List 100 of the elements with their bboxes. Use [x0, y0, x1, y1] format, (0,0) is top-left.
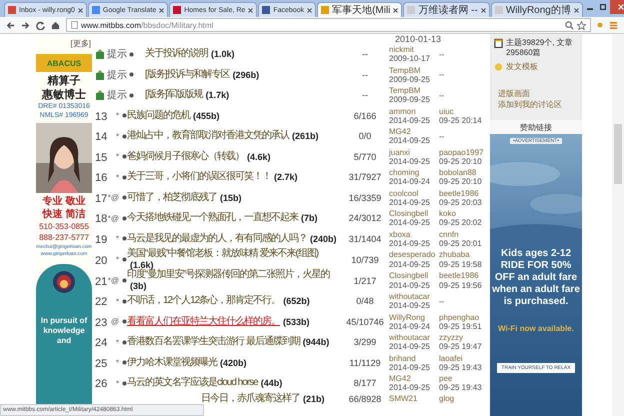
last-reply-user[interactable]: glog: [439, 394, 454, 404]
last-reply-user[interactable]: beetle1986: [439, 188, 479, 198]
author-name[interactable]: juanxi: [389, 148, 410, 157]
more-link[interactable]: [更多]: [68, 34, 93, 49]
board-link[interactable]: 进版画面: [490, 88, 582, 99]
post-date: 2009-09-25: [389, 74, 430, 84]
reply-count: 10/739: [350, 254, 380, 264]
phone-number: 888-237-5777: [39, 233, 89, 243]
author-name[interactable]: WillyRong: [389, 312, 426, 322]
last-reply-user[interactable]: beetle1986: [439, 271, 479, 280]
post-marker: *: [116, 358, 120, 368]
author-name[interactable]: xboxa: [389, 230, 410, 239]
author-name[interactable]: choming: [389, 168, 420, 178]
post-title[interactable]: 看看富人们在亚特兰大住什么样的房。: [127, 316, 280, 327]
author-name[interactable]: ammon: [389, 106, 416, 116]
post-date: 2014-09-25: [389, 136, 430, 146]
close-icon[interactable]: [248, 8, 254, 12]
last-reply-user[interactable]: pee: [439, 374, 452, 384]
phone-number: 510-353-0855: [39, 222, 89, 232]
post-marker: @: [110, 317, 120, 326]
last-reply-time: 09-25 19:47: [439, 342, 482, 352]
close-icon[interactable]: [78, 8, 83, 12]
last-reply-time: --: [439, 50, 444, 59]
author-name[interactable]: MG42: [389, 127, 411, 136]
author-name[interactable]: coolcool: [389, 188, 418, 198]
bullet-icon: [122, 340, 127, 345]
browser-tab[interactable]: WillyRong的博: [490, 2, 583, 17]
post-date: 2014-09-25: [389, 342, 430, 352]
notice-label: 提示: [107, 68, 127, 82]
post-title[interactable]: 马云是我见的最虚为的人，有有同感的人吗？: [127, 234, 307, 244]
post-title[interactable]: 民族问题的危机: [127, 110, 190, 121]
post-date: 2014-09-25: [389, 116, 430, 125]
url-host: www.mitbbs.com: [81, 20, 142, 30]
reload-icon[interactable]: [36, 20, 45, 30]
slogan: 快速 简洁: [42, 209, 86, 221]
author-name[interactable]: nickmit: [389, 45, 414, 54]
reply-count: 3/299: [352, 337, 378, 348]
post-size: (455b): [193, 110, 220, 121]
scrollbar[interactable]: [612, 34, 624, 416]
browser-tab[interactable]: 万维读者网 --: [403, 2, 490, 17]
author-name[interactable]: SMW21: [389, 394, 418, 404]
last-reply-user[interactable]: paopao1997: [439, 148, 484, 157]
home-icon[interactable]: [51, 20, 60, 30]
bullet-icon: [122, 380, 127, 386]
close-icon[interactable]: [159, 8, 164, 12]
close-icon[interactable]: [480, 8, 486, 12]
close-icon[interactable]: [574, 8, 579, 12]
close-icon[interactable]: [393, 8, 398, 12]
author-name[interactable]: MG42: [389, 374, 411, 384]
last-reply-user[interactable]: koko: [439, 209, 456, 218]
author-name[interactable]: Closingbell: [389, 271, 428, 280]
last-reply-user[interactable]: zhubaba: [439, 250, 470, 260]
search-icon[interactable]: [565, 20, 574, 30]
post-title[interactable]: 日今日，赤爪魂寄这样了: [201, 394, 300, 404]
menu-icon[interactable]: [609, 20, 618, 30]
emblem-icon: [52, 270, 76, 294]
post-title[interactable]: 印度“曼加里安”号探测器传回的第二张照片，火星的: [127, 270, 330, 280]
post-title[interactable]: [版务]军版版规: [145, 90, 203, 100]
post-title[interactable]: [版务]投诉与和解专区: [145, 70, 230, 80]
author-name[interactable]: desesperado: [389, 250, 436, 260]
bullet-icon: [129, 52, 134, 57]
last-reply-time: 09-25 19:43: [439, 383, 482, 392]
post-title[interactable]: 不听话，12个人12条心，那肯定不行。: [127, 296, 280, 306]
board-link[interactable]: 添加到我的讨论区: [490, 99, 582, 110]
browser-tab[interactable]: 军事天地(Mili: [317, 2, 402, 17]
close-icon[interactable]: [307, 8, 312, 12]
bullet-icon: [122, 216, 127, 221]
post-title[interactable]: 爸妈伺候月子很寒心（转载）: [127, 152, 244, 162]
row-number: 16: [95, 172, 108, 184]
star-icon[interactable]: [577, 20, 586, 30]
author-name[interactable]: brihand: [389, 354, 416, 363]
address-field[interactable]: www.mitbbs.com/bbsdoc/Military.html: [66, 18, 591, 32]
author-name[interactable]: TempBM: [389, 66, 421, 75]
post-marker: *: [116, 338, 120, 347]
post-title[interactable]: 美国“最贱”中餐馆老板：就放味精 爱来不来(组图): [127, 249, 318, 260]
author-name[interactable]: Closingbell: [389, 209, 428, 218]
forward-icon[interactable]: [21, 20, 30, 30]
post-title[interactable]: 今天搭地铁碰见一个熟面孔，一直想不起来: [127, 213, 298, 224]
post-title[interactable]: 港灿占中，教育部取消对香港文凭的承认: [127, 131, 289, 142]
template-link[interactable]: 发文模板: [506, 62, 538, 72]
back-icon[interactable]: [6, 20, 15, 30]
post-title[interactable]: 可惜了，柏芝彻底残了: [127, 192, 217, 203]
post-title[interactable]: 香港数百名罢课学生突击游行 最后通牒到期: [127, 337, 300, 348]
post-title[interactable]: 伊力哈木课堂视频曝光: [127, 358, 217, 368]
last-reply-user[interactable]: zzyzzy: [439, 333, 463, 342]
author-name[interactable]: TempBM: [389, 86, 421, 96]
author-name[interactable]: withoutacar: [389, 333, 430, 342]
scroll-thumb[interactable]: [614, 124, 622, 184]
last-reply-user[interactable]: uiuc: [439, 106, 454, 116]
last-reply-time: 09-25 20:01: [439, 238, 482, 248]
last-reply-user[interactable]: bobolan88: [439, 168, 476, 178]
post-title[interactable]: 关于投诉的说明: [145, 49, 208, 60]
post-title[interactable]: 关于三哥，小将们的误区很可笑！！: [127, 172, 271, 182]
last-reply-user[interactable]: cnnfn: [439, 230, 459, 239]
url-path: /bbsdoc/Military.html: [141, 20, 214, 30]
last-reply-user[interactable]: phpenghao: [439, 312, 480, 322]
author-name[interactable]: withoutacar: [389, 292, 430, 302]
post-title[interactable]: 马云的英文名字应该是cloud horse: [127, 378, 258, 388]
reply-count: 0/48: [355, 296, 375, 306]
last-reply-user[interactable]: laoafei: [439, 354, 463, 363]
